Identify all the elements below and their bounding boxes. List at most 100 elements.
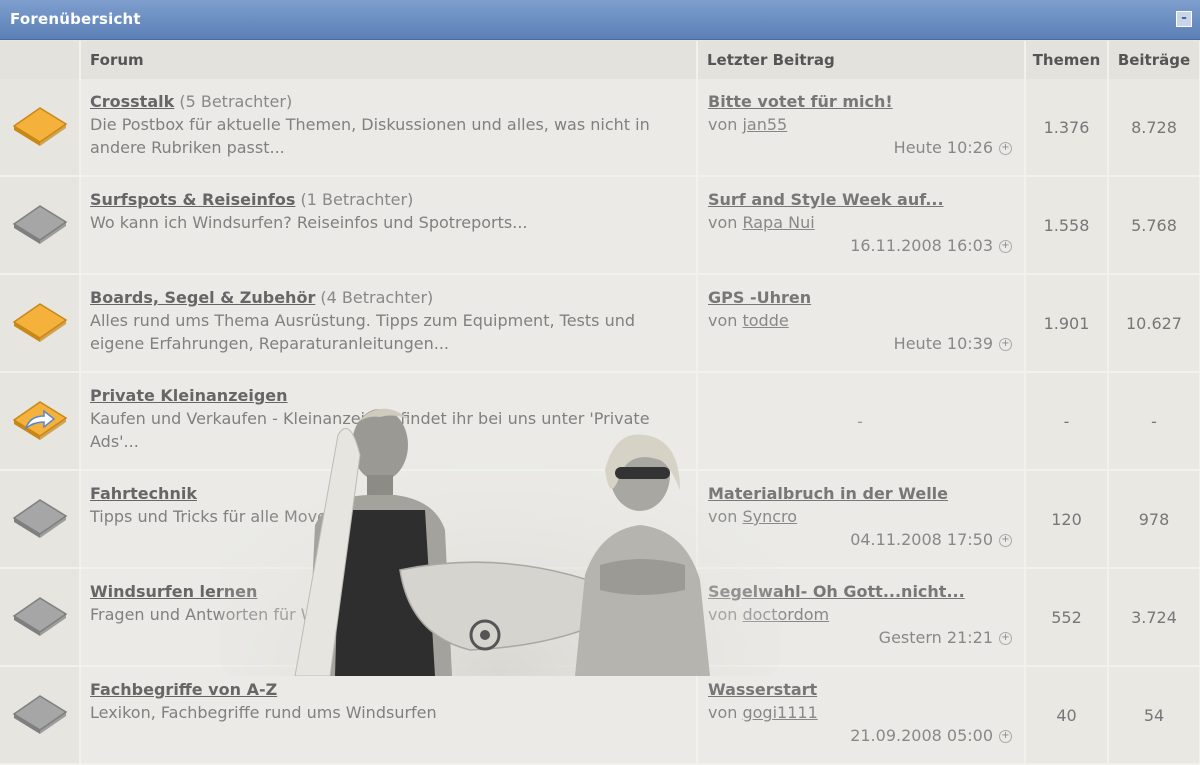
forum-column-header: Forum xyxy=(80,41,698,79)
last-post-time: 21.09.2008 05:00 + xyxy=(708,724,1012,747)
table-header-row: Forum Letzter Beitrag Themen Beiträge xyxy=(0,41,1200,79)
last-post-time: 04.11.2008 17:50 + xyxy=(708,528,1012,551)
forum-cell: Crosstalk (5 Betrachter) Die Postbox für … xyxy=(80,79,698,177)
forum-description: Lexikon, Fachbegriffe rund ums Windsurfe… xyxy=(90,703,437,722)
last-post-author: von jan55 xyxy=(708,113,1012,136)
goto-post-icon[interactable]: + xyxy=(999,240,1012,253)
forum-name-link[interactable]: Boards, Segel & Zubehör xyxy=(90,288,315,307)
topics-count: 40 xyxy=(1025,666,1109,765)
forum-viewers: (4 Betrachter) xyxy=(320,288,434,307)
folder-new-icon xyxy=(10,100,70,154)
forum-name-link[interactable]: Windsurfen lernen xyxy=(90,582,257,601)
posts-count: 5.768 xyxy=(1108,176,1200,275)
last-post-link[interactable]: Wasserstart xyxy=(708,678,1012,701)
forum-overview-header: Forenübersicht - xyxy=(0,0,1200,40)
author-prefix: von xyxy=(708,703,743,722)
last-post-author: von gogi1111 xyxy=(708,701,1012,724)
last-post-timestamp: Gestern 21:21 xyxy=(878,628,993,647)
forum-row: Private Kleinanzeigen Kaufen und Verkauf… xyxy=(0,372,1200,471)
forum-name-link[interactable]: Surfspots & Reiseinfos xyxy=(90,190,295,209)
last-post-timestamp: 04.11.2008 17:50 xyxy=(850,530,993,549)
topics-count: 120 xyxy=(1025,470,1109,569)
posts-count: 3.724 xyxy=(1108,568,1200,667)
last-post-timestamp: Heute 10:39 xyxy=(893,334,993,353)
panel-title: Forenübersicht xyxy=(10,10,141,28)
last-post-link[interactable]: Surf and Style Week auf... xyxy=(708,188,1012,211)
forum-name-link[interactable]: Fahrtechnik xyxy=(90,484,197,503)
last-post-author: von todde xyxy=(708,309,1012,332)
last-post-timestamp: Heute 10:26 xyxy=(893,138,993,157)
forum-description: Tipps und Tricks für alle Moves xyxy=(90,507,336,526)
posts-count: 54 xyxy=(1108,666,1200,765)
author-link[interactable]: todde xyxy=(742,311,788,330)
forum-row: Crosstalk (5 Betrachter) Die Postbox für … xyxy=(0,79,1200,177)
posts-count: - xyxy=(1108,372,1200,471)
last-post-author: von doctordom xyxy=(708,603,1012,626)
forum-cell: Boards, Segel & Zubehör (4 Betrachter) Al… xyxy=(80,274,698,373)
last-post-link[interactable]: Segelwahl- Oh Gott...nicht... xyxy=(708,580,1012,603)
forum-cell: Private Kleinanzeigen Kaufen und Verkauf… xyxy=(80,372,698,471)
goto-post-icon[interactable]: + xyxy=(999,632,1012,645)
goto-post-icon[interactable]: + xyxy=(999,534,1012,547)
goto-post-icon[interactable]: + xyxy=(999,338,1012,351)
folder-icon xyxy=(10,590,70,644)
forum-status-cell xyxy=(0,176,81,275)
collapse-button[interactable]: - xyxy=(1176,11,1192,27)
last-post-timestamp: 21.09.2008 05:00 xyxy=(850,726,993,745)
last-post-time: Gestern 21:21 + xyxy=(708,626,1012,649)
last-post-cell: GPS -Uhren von todde Heute 10:39 + xyxy=(697,274,1026,373)
forum-row: Surfspots & Reiseinfos (1 Betrachter) Wo … xyxy=(0,176,1200,275)
forum-viewers: (5 Betrachter) xyxy=(179,92,293,111)
author-link[interactable]: jan55 xyxy=(742,115,787,134)
author-link[interactable]: Syncro xyxy=(742,507,797,526)
topics-count: 1.558 xyxy=(1025,176,1109,275)
last-post-link[interactable]: Bitte votet für mich! xyxy=(708,90,1012,113)
author-link[interactable]: gogi1111 xyxy=(742,703,817,722)
forum-cell: Surfspots & Reiseinfos (1 Betrachter) Wo … xyxy=(80,176,698,275)
forum-cell: Windsurfen lernen Fragen und Antworten f… xyxy=(80,568,698,667)
last-post-cell: Segelwahl- Oh Gott...nicht... von doctord… xyxy=(697,568,1026,667)
folder-icon xyxy=(10,688,70,742)
last-post-link[interactable]: Materialbruch in der Welle xyxy=(708,482,1012,505)
last-post-cell: Materialbruch in der Welle von Syncro 04.1… xyxy=(697,470,1026,569)
author-link[interactable]: Rapa Nui xyxy=(742,213,814,232)
last-post-column-header: Letzter Beitrag xyxy=(697,41,1026,79)
forum-name-link[interactable]: Fachbegriffe von A-Z xyxy=(90,680,277,699)
forum-name-link[interactable]: Private Kleinanzeigen xyxy=(90,386,288,405)
folder-new-icon xyxy=(10,296,70,350)
forum-viewers: (1 Betrachter) xyxy=(300,190,414,209)
last-post-time: 16.11.2008 16:03 + xyxy=(708,234,1012,257)
folder-icon xyxy=(10,492,70,546)
goto-post-icon[interactable]: + xyxy=(999,730,1012,743)
forum-status-cell xyxy=(0,79,81,177)
author-prefix: von xyxy=(708,115,743,134)
forum-cell: Fachbegriffe von A-Z Lexikon, Fachbegrif… xyxy=(80,666,698,765)
forum-status-cell xyxy=(0,274,81,373)
posts-count: 978 xyxy=(1108,470,1200,569)
last-post-timestamp: 16.11.2008 16:03 xyxy=(850,236,993,255)
topics-column-header: Themen xyxy=(1025,41,1109,79)
last-post-author: von Syncro xyxy=(708,505,1012,528)
last-post-author: von Rapa Nui xyxy=(708,211,1012,234)
author-prefix: von xyxy=(708,605,743,624)
forum-description: Die Postbox für aktuelle Themen, Diskuss… xyxy=(90,115,650,157)
last-post-cell: Wasserstart von gogi1111 21.09.2008 05:00 + xyxy=(697,666,1026,765)
forum-status-cell xyxy=(0,470,81,569)
author-link[interactable]: doctordom xyxy=(742,605,829,624)
forum-row: Windsurfen lernen Fragen und Antworten f… xyxy=(0,568,1200,667)
no-last-post: - xyxy=(857,411,863,431)
author-prefix: von xyxy=(708,311,743,330)
forum-status-cell xyxy=(0,666,81,765)
author-prefix: von xyxy=(708,213,743,232)
last-post-cell: Surf and Style Week auf... von Rapa Nui 16… xyxy=(697,176,1026,275)
forum-status-cell xyxy=(0,372,81,471)
forum-description: Kaufen und Verkaufen - Kleinanzeigen fin… xyxy=(90,409,650,451)
last-post-link[interactable]: GPS -Uhren xyxy=(708,286,1012,309)
last-post-cell: - xyxy=(697,372,1026,471)
posts-column-header: Beiträge xyxy=(1108,41,1200,79)
goto-post-icon[interactable]: + xyxy=(999,142,1012,155)
topics-count: 1.901 xyxy=(1025,274,1109,373)
forum-table: Forum Letzter Beitrag Themen Beiträge Cr… xyxy=(0,41,1200,765)
forum-name-link[interactable]: Crosstalk xyxy=(90,92,174,111)
author-prefix: von xyxy=(708,507,743,526)
